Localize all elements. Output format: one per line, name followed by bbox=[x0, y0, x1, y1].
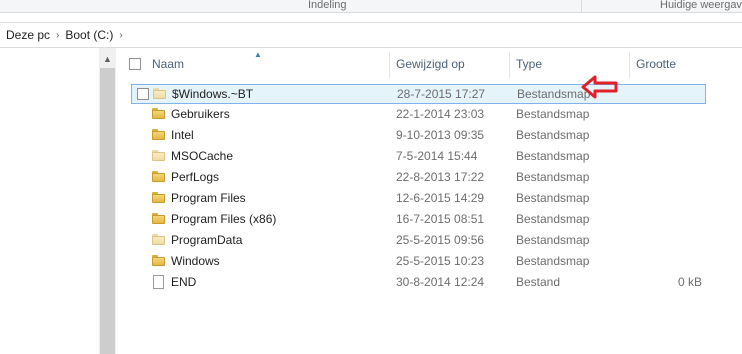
file-size: 0 kB bbox=[677, 275, 702, 289]
ribbon-group-huidige-weergave: Huidige weergave bbox=[660, 0, 742, 11]
file-type: Bestandsmap bbox=[516, 212, 590, 226]
breadcrumb-boot-c[interactable]: Boot (C:) bbox=[65, 28, 113, 42]
column-header-type[interactable]: Type bbox=[516, 48, 542, 80]
breadcrumb-deze-pc[interactable]: Deze pc bbox=[6, 28, 50, 42]
address-bar[interactable]: Deze pc › Boot (C:) › bbox=[0, 22, 742, 48]
file-type: Bestandsmap bbox=[516, 149, 590, 163]
sort-ascending-icon: ▲ bbox=[254, 50, 262, 59]
file-type: Bestandsmap bbox=[516, 191, 590, 205]
column-header-size[interactable]: Grootte bbox=[636, 48, 676, 80]
column-divider[interactable] bbox=[629, 52, 630, 78]
file-type: Bestand bbox=[516, 275, 561, 289]
scroll-up-arrow-icon[interactable]: ▲ bbox=[99, 52, 116, 66]
file-date: 22-8-2013 17:22 bbox=[396, 170, 485, 184]
file-type: Bestandsmap bbox=[516, 254, 590, 268]
nav-pane-scrollbar[interactable]: ▲ bbox=[99, 48, 116, 354]
file-date: 16-7-2015 08:51 bbox=[396, 212, 485, 226]
file-name: END bbox=[171, 275, 197, 289]
ribbon-group-indeling: Indeling bbox=[308, 0, 347, 11]
file-name: Program Files bbox=[171, 191, 246, 205]
file-date: 25-5-2015 09:56 bbox=[396, 233, 485, 247]
folder-light-icon bbox=[153, 88, 166, 99]
chevron-right-icon[interactable]: › bbox=[119, 30, 122, 41]
file-name: Intel bbox=[171, 128, 194, 142]
column-header-name[interactable]: Naam bbox=[152, 48, 184, 80]
folder-icon bbox=[152, 255, 165, 266]
list-item-gebruikers[interactable]: Gebruikers 22-1-2014 23:03 Bestandsmap bbox=[131, 105, 706, 125]
folder-icon bbox=[152, 213, 165, 224]
list-item-msocache[interactable]: MSOCache 7-5-2014 15:44 Bestandsmap bbox=[131, 147, 706, 167]
list-item-windows[interactable]: Windows 25-5-2015 10:23 Bestandsmap bbox=[131, 252, 706, 272]
file-type: Bestandsmap bbox=[516, 233, 590, 247]
folder-icon bbox=[152, 192, 165, 203]
chevron-right-icon[interactable]: › bbox=[56, 30, 59, 41]
list-item-programdata[interactable]: ProgramData 25-5-2015 09:56 Bestandsmap bbox=[131, 231, 706, 251]
file-name: PerfLogs bbox=[171, 170, 220, 184]
select-all-checkbox[interactable] bbox=[129, 58, 141, 70]
folder-icon bbox=[152, 171, 165, 182]
column-divider[interactable] bbox=[509, 52, 510, 78]
file-type: Bestandsmap bbox=[516, 107, 590, 121]
file-date: 22-1-2014 23:03 bbox=[396, 107, 485, 121]
folder-icon bbox=[152, 129, 165, 140]
list-item-perflogs[interactable]: PerfLogs 22-8-2013 17:22 Bestandsmap bbox=[131, 168, 706, 188]
annotation-arrow-icon bbox=[581, 75, 618, 99]
file-name: $Windows.~BT bbox=[172, 87, 254, 101]
column-header-date[interactable]: Gewijzigd op bbox=[396, 48, 465, 80]
list-item-end[interactable]: END 30-8-2014 12:24 Bestand 0 kB bbox=[131, 273, 706, 293]
ribbon-separator bbox=[581, 0, 582, 12]
list-item-intel[interactable]: Intel 9-10-2013 09:35 Bestandsmap bbox=[131, 126, 706, 146]
file-name: ProgramData bbox=[171, 233, 243, 247]
file-name: MSOCache bbox=[171, 149, 234, 163]
file-date: 30-8-2014 12:24 bbox=[396, 275, 485, 289]
file-date: 28-7-2015 17:27 bbox=[397, 87, 486, 101]
file-date: 12-6-2015 14:29 bbox=[396, 191, 485, 205]
file-date: 25-5-2015 10:23 bbox=[396, 254, 485, 268]
file-type: Bestandsmap bbox=[516, 128, 590, 142]
folder-light-icon bbox=[152, 234, 165, 245]
list-item-program-files[interactable]: Program Files 12-6-2015 14:29 Bestandsma… bbox=[131, 189, 706, 209]
row-checkbox[interactable] bbox=[137, 88, 149, 100]
column-divider[interactable] bbox=[389, 52, 390, 78]
ribbon-strip: Indeling Huidige weergave bbox=[0, 0, 742, 13]
file-name: Program Files (x86) bbox=[171, 212, 277, 226]
file-date: 7-5-2014 15:44 bbox=[396, 149, 478, 163]
file-icon bbox=[153, 275, 164, 289]
scrollbar-thumb[interactable] bbox=[100, 68, 115, 354]
folder-icon bbox=[152, 108, 165, 119]
file-name: Windows bbox=[171, 254, 220, 268]
list-item-program-files-x86[interactable]: Program Files (x86) 16-7-2015 08:51 Best… bbox=[131, 210, 706, 230]
navigation-pane[interactable] bbox=[0, 48, 100, 354]
file-type: Bestandsmap bbox=[516, 170, 590, 184]
file-name: Gebruikers bbox=[171, 107, 230, 121]
folder-light-icon bbox=[152, 150, 165, 161]
file-date: 9-10-2013 09:35 bbox=[396, 128, 485, 142]
